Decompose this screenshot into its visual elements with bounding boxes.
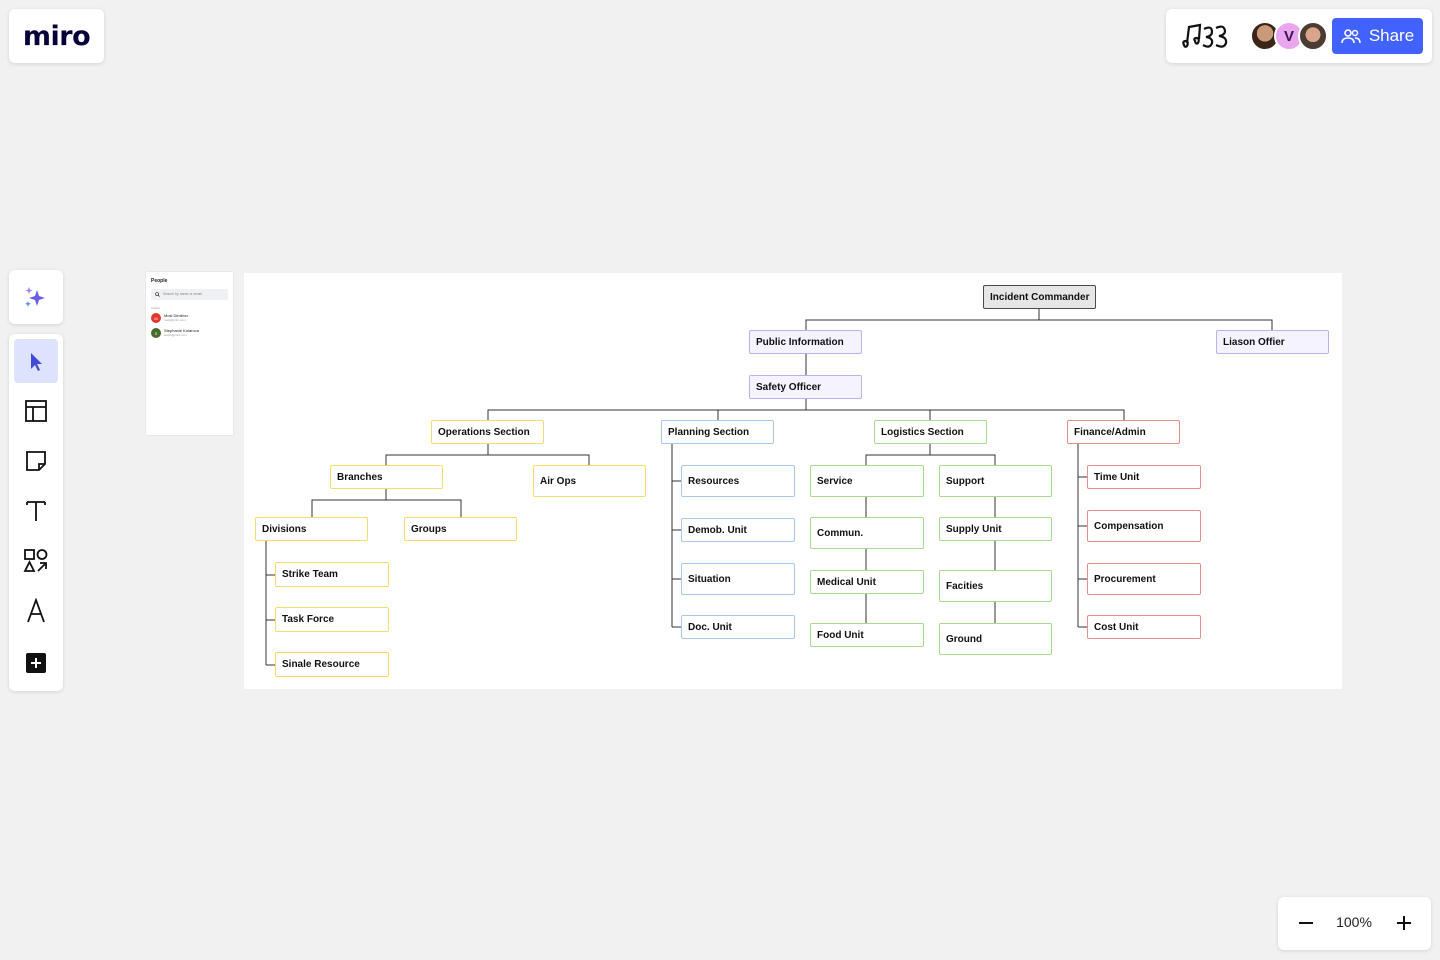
node-planning-section[interactable]: Planning Section: [661, 420, 774, 444]
text-icon: [26, 501, 46, 521]
node-incident-commander[interactable]: Incident Commander: [983, 285, 1096, 309]
node-compensation[interactable]: Compensation: [1087, 510, 1201, 542]
cursor-icon: [31, 353, 42, 371]
person-avatar: S: [151, 328, 161, 338]
node-strike-team[interactable]: Strike Team: [275, 562, 389, 587]
person-row[interactable]: S Stephanie Kolarova steph@miro.com: [151, 327, 229, 339]
shapes-icon: [23, 549, 48, 572]
pen-tool[interactable]: [14, 589, 58, 633]
node-cost-unit[interactable]: Cost Unit: [1087, 615, 1201, 639]
node-operations-section[interactable]: Operations Section: [431, 420, 544, 444]
node-single-resource[interactable]: Sinale Resource: [275, 652, 389, 677]
sticky-note-icon: [26, 451, 46, 471]
user-avatar-3[interactable]: [1298, 21, 1328, 51]
person-row[interactable]: M Mosi Dimitrov mosi@miro.com: [151, 312, 229, 324]
zoom-controls: 100%: [1278, 897, 1431, 950]
node-support[interactable]: Support: [939, 465, 1052, 497]
person-email: steph@miro.com: [164, 333, 187, 337]
node-supply-unit[interactable]: Supply Unit: [939, 517, 1052, 541]
logo-text: miro: [22, 20, 91, 52]
share-button[interactable]: Share: [1332, 18, 1423, 54]
node-public-information[interactable]: Public Information: [749, 330, 862, 354]
node-medical-unit[interactable]: Medical Unit: [810, 570, 924, 594]
node-resources[interactable]: Resources: [681, 465, 795, 497]
node-branches[interactable]: Branches: [330, 465, 443, 489]
share-label: Share: [1368, 26, 1415, 45]
person-avatar: M: [151, 313, 161, 323]
node-divisions[interactable]: Divisions: [255, 517, 368, 541]
node-finance-admin[interactable]: Finance/Admin: [1067, 420, 1180, 444]
node-situation[interactable]: Situation: [681, 563, 795, 595]
avatar-initial: V: [1283, 27, 1294, 45]
people-search-input[interactable]: Search by name or email: [151, 289, 228, 300]
node-groups[interactable]: Groups: [404, 517, 517, 541]
zoom-in-button[interactable]: [1390, 909, 1418, 937]
plus-icon: [1397, 916, 1411, 930]
people-frame[interactable]: People Search by name or email Invited M…: [146, 272, 233, 435]
music-notes-icon[interactable]: [1178, 19, 1234, 53]
node-safety-officer[interactable]: Safety Officer: [749, 375, 862, 399]
ai-assist-button[interactable]: [9, 270, 63, 324]
people-icon: [1341, 29, 1361, 44]
zoom-level[interactable]: 100%: [1328, 914, 1380, 930]
person-email: mosi@miro.com: [164, 318, 186, 322]
node-facities[interactable]: Facities: [939, 570, 1052, 602]
more-tools-button[interactable]: [14, 641, 58, 685]
node-procurement[interactable]: Procurement: [1087, 563, 1201, 595]
minus-icon: [1299, 922, 1313, 924]
node-ground[interactable]: Ground: [939, 623, 1052, 655]
tools-toolbar: [9, 334, 63, 691]
miro-logo[interactable]: miro: [9, 9, 104, 63]
layout-icon: [25, 400, 47, 422]
sparkles-icon: [25, 287, 45, 307]
people-section-label: Invited: [151, 306, 160, 310]
node-task-force[interactable]: Task Force: [275, 607, 389, 632]
node-food-unit[interactable]: Food Unit: [810, 623, 924, 647]
text-tool[interactable]: [14, 489, 58, 533]
zoom-out-button[interactable]: [1292, 909, 1320, 937]
node-service[interactable]: Service: [810, 465, 924, 497]
search-icon: [155, 292, 160, 297]
node-liason-officer[interactable]: Liason Offier: [1216, 330, 1329, 354]
plus-icon: [26, 653, 46, 673]
top-right-bar: V Share: [1166, 9, 1432, 63]
org-chart-frame[interactable]: Incident Commander Public Information Li…: [244, 273, 1342, 689]
sticky-note-tool[interactable]: [14, 439, 58, 483]
select-tool[interactable]: [14, 339, 58, 383]
people-title: People: [151, 278, 168, 284]
templates-tool[interactable]: [14, 389, 58, 433]
node-logistics-section[interactable]: Logistics Section: [874, 420, 987, 444]
node-time-unit[interactable]: Time Unit: [1087, 465, 1201, 489]
node-doc-unit[interactable]: Doc. Unit: [681, 615, 795, 639]
node-commun[interactable]: Commun.: [810, 517, 924, 549]
node-demob-unit[interactable]: Demob. Unit: [681, 518, 795, 542]
node-air-ops[interactable]: Air Ops: [533, 465, 646, 497]
pen-icon: [27, 598, 45, 623]
shapes-tool[interactable]: [14, 539, 58, 583]
